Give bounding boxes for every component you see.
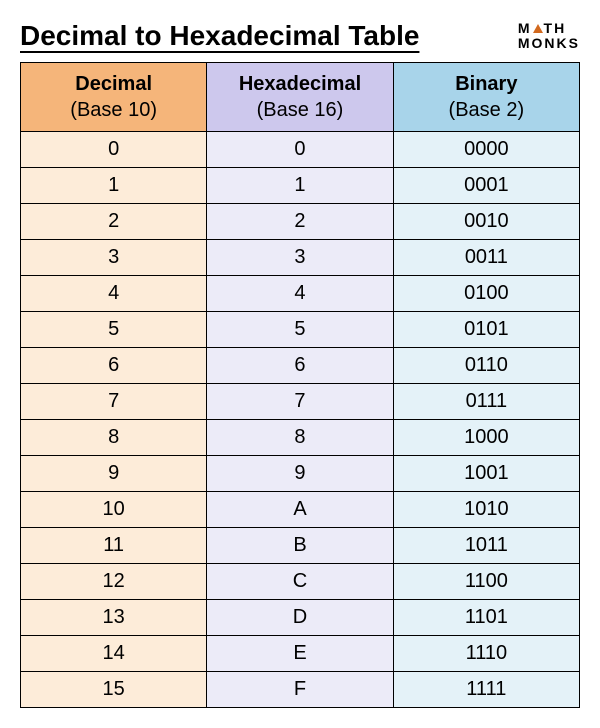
table-cell: D xyxy=(207,600,393,636)
table-cell: 9 xyxy=(207,456,393,492)
column-header-hexadecimal: Hexadecimal (Base 16) xyxy=(207,63,393,132)
table-cell: 0 xyxy=(207,132,393,168)
table-cell: 2 xyxy=(207,204,393,240)
table-cell: E xyxy=(207,636,393,672)
column-base: (Base 16) xyxy=(211,97,388,123)
table-row: 440100 xyxy=(21,276,580,312)
table-row: 10A1010 xyxy=(21,492,580,528)
table-cell: 14 xyxy=(21,636,207,672)
table-cell: C xyxy=(207,564,393,600)
table-row: 330011 xyxy=(21,240,580,276)
table-cell: 1001 xyxy=(393,456,579,492)
table-row: 13D1101 xyxy=(21,600,580,636)
table-cell: 10 xyxy=(21,492,207,528)
table-row: 550101 xyxy=(21,312,580,348)
table-cell: 5 xyxy=(21,312,207,348)
conversion-table: Decimal (Base 10) Hexadecimal (Base 16) … xyxy=(20,62,580,708)
table-row: 660110 xyxy=(21,348,580,384)
table-cell: 1101 xyxy=(393,600,579,636)
table-cell: 6 xyxy=(207,348,393,384)
logo-text-m: M xyxy=(518,20,532,36)
table-row: 110001 xyxy=(21,168,580,204)
column-base: (Base 10) xyxy=(25,97,202,123)
table-cell: 0010 xyxy=(393,204,579,240)
column-base: (Base 2) xyxy=(398,97,575,123)
table-cell: 13 xyxy=(21,600,207,636)
table-cell: 12 xyxy=(21,564,207,600)
table-cell: 11 xyxy=(21,528,207,564)
table-cell: 7 xyxy=(207,384,393,420)
column-header-decimal: Decimal (Base 10) xyxy=(21,63,207,132)
page-title: Decimal to Hexadecimal Table xyxy=(20,20,419,52)
table-cell: 1000 xyxy=(393,420,579,456)
table-cell: 4 xyxy=(207,276,393,312)
table-cell: 5 xyxy=(207,312,393,348)
column-header-binary: Binary (Base 2) xyxy=(393,63,579,132)
table-cell: 8 xyxy=(21,420,207,456)
table-cell: 8 xyxy=(207,420,393,456)
table-cell: 0000 xyxy=(393,132,579,168)
table-cell: 0101 xyxy=(393,312,579,348)
table-cell: 3 xyxy=(207,240,393,276)
logo-text-bottom: MONKS xyxy=(518,36,580,51)
table-cell: 6 xyxy=(21,348,207,384)
table-cell: 1 xyxy=(207,168,393,204)
table-row: 881000 xyxy=(21,420,580,456)
table-cell: 0110 xyxy=(393,348,579,384)
logo-text-th: TH xyxy=(544,20,567,36)
table-cell: 4 xyxy=(21,276,207,312)
table-cell: 0011 xyxy=(393,240,579,276)
table-row: 11B1011 xyxy=(21,528,580,564)
table-row: 14E1110 xyxy=(21,636,580,672)
column-name: Decimal xyxy=(25,71,202,97)
table-cell: 9 xyxy=(21,456,207,492)
table-cell: 1011 xyxy=(393,528,579,564)
table-cell: 0100 xyxy=(393,276,579,312)
table-cell: 0111 xyxy=(393,384,579,420)
table-row: 000000 xyxy=(21,132,580,168)
table-header-row: Decimal (Base 10) Hexadecimal (Base 16) … xyxy=(21,63,580,132)
table-cell: 1010 xyxy=(393,492,579,528)
column-name: Binary xyxy=(398,71,575,97)
table-cell: 1100 xyxy=(393,564,579,600)
table-cell: 1 xyxy=(21,168,207,204)
table-cell: B xyxy=(207,528,393,564)
table-cell: A xyxy=(207,492,393,528)
logo: M TH MONKS xyxy=(518,21,580,52)
column-name: Hexadecimal xyxy=(211,71,388,97)
triangle-icon xyxy=(533,24,543,33)
table-cell: 7 xyxy=(21,384,207,420)
table-cell: 3 xyxy=(21,240,207,276)
table-row: 220010 xyxy=(21,204,580,240)
table-row: 12C1100 xyxy=(21,564,580,600)
table-row: 991001 xyxy=(21,456,580,492)
table-cell: 2 xyxy=(21,204,207,240)
table-cell: 0 xyxy=(21,132,207,168)
table-cell: 0001 xyxy=(393,168,579,204)
table-cell: 1110 xyxy=(393,636,579,672)
table-row: 770111 xyxy=(21,384,580,420)
